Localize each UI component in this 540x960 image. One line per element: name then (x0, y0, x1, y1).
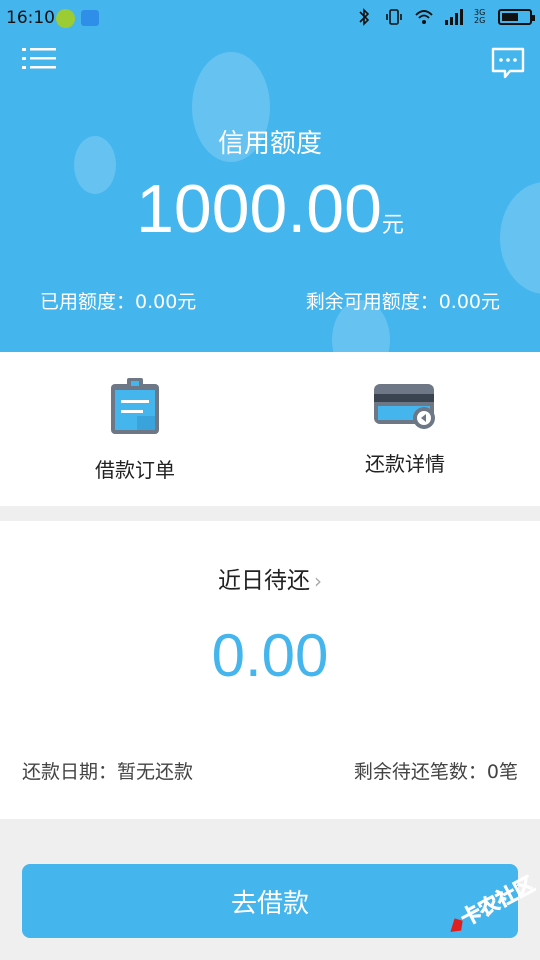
bluetooth-icon (359, 8, 370, 26)
loan-orders-label: 借款订单 (95, 458, 175, 482)
credit-header: 16:10 3G 2G 信用额度 1000.00元 已用额度：0.00元 剩余可… (0, 0, 540, 352)
pending-repayment-panel: 近日待还 › 0.00 还款日期：暂无还款 剩余待还笔数：0笔 (0, 521, 540, 819)
wifi-icon (415, 10, 433, 24)
card-icon (374, 384, 435, 429)
battery-icon (498, 9, 535, 25)
credit-amount-unit: 元 (381, 213, 404, 238)
app-notification-icon (56, 9, 75, 28)
pending-title-text: 近日待还 (218, 568, 310, 594)
svg-text:卡农社区: 卡农社区 (457, 872, 536, 931)
repay-details-label: 还款详情 (365, 452, 445, 476)
watermark-logo: 卡农社区 (450, 872, 536, 932)
status-icons: 3G 2G (354, 7, 535, 27)
clipboard-icon (111, 378, 159, 434)
chevron-right-icon: › (314, 569, 322, 593)
menu-list-icon[interactable] (22, 46, 56, 74)
pending-amount: 0.00 (211, 622, 329, 689)
status-bar: 16:10 3G 2G (0, 0, 540, 38)
repay-details-tile[interactable]: 还款详情 (270, 352, 540, 506)
credit-limit-amount: 1000.00元 (0, 170, 540, 248)
message-icon[interactable] (490, 46, 526, 80)
shortcut-panel: 借款订单 还款详情 (0, 352, 540, 506)
pending-repayment-link[interactable]: 近日待还 › (0, 561, 540, 595)
credit-limit-title: 信用额度 (217, 129, 322, 159)
message-notification-icon (81, 10, 99, 26)
vibrate-icon (386, 9, 402, 25)
remaining-count-text: 剩余待还笔数：0笔 (353, 761, 518, 783)
signal-icon (445, 9, 463, 25)
used-credit-text: 已用额度：0.00元 (40, 291, 197, 313)
credit-amount-value: 1000.00 (136, 171, 382, 247)
status-time: 16:10 (6, 8, 55, 28)
remaining-credit-text: 剩余可用额度：0.00元 (305, 291, 500, 313)
repay-date-text: 还款日期：暂无还款 (22, 761, 194, 783)
loan-orders-tile[interactable]: 借款订单 (0, 352, 270, 506)
network-type-label: 3G 2G (474, 8, 486, 25)
